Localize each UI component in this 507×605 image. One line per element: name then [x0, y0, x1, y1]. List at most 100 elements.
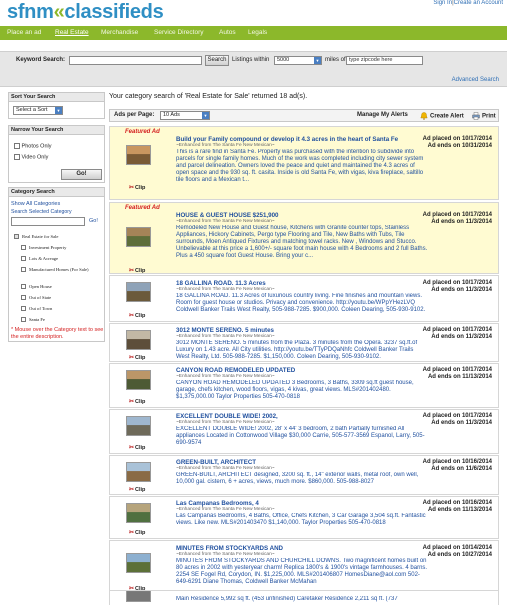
sort-select-value: Select a Sort	[16, 107, 48, 113]
listing-item[interactable]: ✂Clip GREEN-BUILT, ARCHITECT ~Enhanced fro…	[109, 455, 499, 495]
listing-title[interactable]: HOUSE & GUEST HOUSE $251,900	[176, 212, 278, 219]
listing-title[interactable]: EXCELLENT DOUBLE WIDE! 2002,	[176, 413, 278, 420]
category-checkbox[interactable]	[21, 267, 26, 273]
site-logo[interactable]: sfnm«classifieds	[7, 1, 164, 24]
photos-only-checkbox[interactable]	[14, 143, 20, 149]
create-alert-link[interactable]: Create Alert	[420, 112, 464, 120]
listing-item[interactable]: ✂Clip MINUTES FROM STOCKYARDS AND ~Enhance…	[109, 540, 499, 596]
clip-button[interactable]: ✂Clip	[129, 354, 145, 361]
scissors-icon: ✂	[129, 313, 135, 319]
clip-button[interactable]: ✂Clip	[129, 398, 145, 405]
listing-photo[interactable]	[126, 503, 151, 523]
listing-item[interactable]: ✂Clip EXCELLENT DOUBLE WIDE! 2002, ~Enhanc…	[109, 409, 499, 454]
category-checkbox[interactable]	[21, 284, 26, 290]
clip-label: Clip	[135, 355, 146, 361]
ads-per-page-select[interactable]: 10 Ads ▼	[160, 111, 210, 120]
listing-photo[interactable]	[126, 145, 151, 165]
nav-service-directory[interactable]: Service Directory	[154, 29, 203, 36]
video-only-option[interactable]: Video Only	[14, 154, 48, 160]
listing-title[interactable]: Las Campanas Bedrooms, 4	[176, 500, 259, 507]
narrow-go-button[interactable]: Go!	[61, 169, 102, 180]
keyword-search-input[interactable]	[69, 56, 202, 65]
listing-photo[interactable]	[126, 591, 151, 602]
nav-place-an-ad[interactable]: Place an ad	[7, 29, 41, 36]
category-box: Category Search Show All Categories Sear…	[8, 187, 105, 342]
ads-per-page-label: Ads per Page:	[114, 112, 155, 118]
category-search-input[interactable]	[11, 217, 85, 226]
listing-photo[interactable]	[126, 370, 151, 390]
nav-legals[interactable]: Legals	[248, 29, 267, 36]
search-button[interactable]: Search	[205, 55, 229, 66]
clip-button[interactable]: ✂Clip	[129, 267, 145, 273]
category-label: Santa Fe	[29, 317, 45, 322]
nav-real-estate[interactable]: Real Estate	[55, 29, 89, 36]
scissors-icon: ✂	[129, 530, 135, 536]
sort-select[interactable]: Select a Sort ▼	[13, 106, 63, 115]
listing-dates: Ad placed on 10/16/2014 Ad ends on 11/6/2…	[423, 459, 492, 473]
listing-title[interactable]: 18 GALLINA ROAD. 11.3 Acres	[176, 280, 266, 287]
listing-title[interactable]: 3012 MONTE SERENO. 5 minutes	[176, 327, 274, 334]
listing-item[interactable]: ✂Clip 3012 MONTE SERENO. 5 minutes ~Enhanc…	[109, 323, 499, 362]
clip-button[interactable]: ✂Clip	[129, 444, 145, 451]
create-account-link[interactable]: Create an Account	[454, 0, 503, 6]
listing-item[interactable]: Main Residence 5,992 sq ft. (453 unfinis…	[109, 590, 499, 605]
listing-title[interactable]: MINUTES FROM STOCKYARDS AND	[176, 545, 283, 552]
listing-photo[interactable]	[126, 227, 151, 247]
ad-ends-date: Ad ends on 11/3/2014	[431, 287, 492, 293]
category-investment-property[interactable]: Investment Property	[21, 245, 66, 251]
category-out-of-state[interactable]: Out of State	[21, 295, 51, 301]
show-all-categories-link[interactable]: Show All Categories	[11, 201, 60, 207]
listing-photo[interactable]	[126, 416, 151, 436]
category-go-link[interactable]: Go!	[89, 218, 98, 224]
category-out-of-town[interactable]: Out of Town	[21, 306, 52, 312]
listing-title[interactable]: Build your Family compound or develop it…	[176, 136, 398, 143]
listing-title[interactable]: CANYON ROAD REMODELED UPDATED	[176, 367, 295, 374]
manage-alerts-link[interactable]: Manage My Alerts	[357, 112, 408, 118]
featured-listing[interactable]: Featured Ad ✂Clip HOUSE & GUEST HOUSE $251…	[109, 202, 499, 274]
category-checkbox[interactable]	[21, 245, 26, 251]
category-checkbox[interactable]	[14, 234, 19, 240]
print-link[interactable]: Print	[472, 112, 496, 120]
clip-button[interactable]: ✂Clip	[129, 184, 145, 191]
category-santa-fe[interactable]: Santa Fe	[21, 317, 45, 323]
category-checkbox[interactable]	[21, 256, 26, 262]
listing-item[interactable]: ✂Clip CANYON ROAD REMODELED UPDATED ~Enhan…	[109, 363, 499, 408]
nav-merchandise[interactable]: Merchandise	[101, 29, 138, 36]
listing-item[interactable]: ✂Clip Las Campanas Bedrooms, 4 ~Enhanced f…	[109, 496, 499, 539]
distance-select[interactable]: 5000 ▼	[274, 56, 322, 65]
ad-ends-date: Ad ends on 11/3/2014	[431, 334, 492, 340]
listing-photo[interactable]	[126, 553, 151, 573]
listing-item[interactable]: ✂Clip 18 GALLINA ROAD. 11.3 Acres ~Enhance…	[109, 275, 499, 322]
miles-of-label: miles of	[325, 57, 346, 63]
featured-listing[interactable]: Featured Ad ✂Clip Build your Family compou…	[109, 126, 499, 200]
sign-in-link[interactable]: Sign In	[433, 0, 452, 6]
ad-ends-date: Ad ends on 11/13/2014	[427, 374, 492, 380]
category-checkbox[interactable]	[21, 295, 26, 301]
logo-main: sfnm	[7, 1, 54, 23]
category-manufactured-homes[interactable]: Manufactured Homes (For Sale)	[21, 267, 101, 273]
advanced-search-link[interactable]: Advanced Search	[452, 77, 499, 83]
ad-ends-date: Ad ends on 11/3/2014	[431, 219, 492, 225]
clip-button[interactable]: ✂Clip	[129, 486, 145, 493]
photos-only-option[interactable]: Photos Only	[14, 143, 52, 149]
zipcode-input[interactable]: type zipcode here	[346, 56, 423, 65]
category-real-estate-for-sale[interactable]: Real Estate for Sale	[14, 234, 58, 240]
listings-within-label: Listings within	[232, 57, 270, 63]
listing-photo[interactable]	[126, 462, 151, 482]
nav-autos[interactable]: Autos	[219, 29, 236, 36]
video-only-checkbox[interactable]	[14, 154, 20, 160]
listing-dates: Ad placed on 10/17/2014 Ad ends on 11/3/2…	[423, 280, 492, 294]
listing-photo[interactable]	[126, 282, 151, 302]
listing-photo[interactable]	[126, 330, 151, 350]
category-checkbox[interactable]	[21, 306, 26, 312]
clip-button[interactable]: ✂Clip	[129, 312, 145, 319]
listing-dates: Ad placed on 10/14/2014 Ad ends on 10/27/…	[423, 545, 492, 559]
listing-dates: Ad placed on 10/16/2014 Ad ends on 11/13/…	[423, 500, 492, 514]
listing-description: This is a rare find in Santa Fe. Propert…	[176, 149, 424, 183]
clip-button[interactable]: ✂Clip	[129, 529, 145, 536]
listing-title[interactable]: GREEN-BUILT, ARCHITECT	[176, 459, 256, 466]
results-toolbar: Ads per Page: 10 Ads ▼ Manage My Alerts …	[109, 109, 499, 122]
category-open-house[interactable]: Open House	[21, 284, 52, 290]
category-checkbox[interactable]	[21, 317, 26, 323]
category-lots-acreage[interactable]: Lots & Acreage	[21, 256, 58, 262]
